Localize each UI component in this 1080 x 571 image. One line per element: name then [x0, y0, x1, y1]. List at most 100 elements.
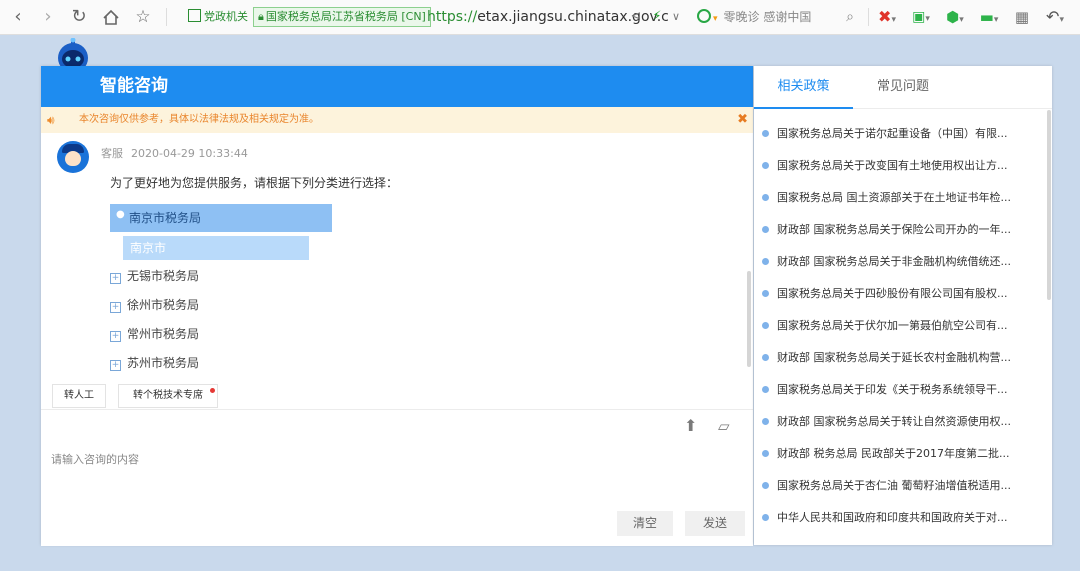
back-icon[interactable]: ‹	[8, 0, 28, 34]
grid-icon[interactable]: ▦	[1012, 0, 1032, 34]
policy-item[interactable]: 财政部 税务总局 民政部关于2017年度第二批...	[754, 438, 1044, 470]
forward-icon[interactable]: ›	[38, 0, 58, 34]
bullet-icon	[762, 514, 769, 521]
message-area[interactable]: 客服 2020-04-29 10:33:44 为了更好地为您提供服务，请根据下列分…	[41, 133, 753, 409]
bullet-icon	[762, 258, 769, 265]
bullet-icon	[762, 322, 769, 329]
agent-avatar	[57, 141, 89, 173]
policy-title: 财政部 国家税务总局关于延长农村金融机构营...	[777, 351, 1011, 364]
policy-title: 国家税务总局关于伏尔加一第聂伯航空公司有...	[777, 319, 1008, 332]
gov-badge-icon	[188, 9, 201, 22]
policy-item[interactable]: 国家税务总局关于杏仁油 葡萄籽油增值税适用...	[754, 470, 1044, 502]
message-input[interactable]: 请输入咨询的内容	[51, 451, 139, 467]
search-hint: 零晚诊 感谢中国	[723, 10, 812, 24]
policy-title: 中华人民共和国政府和印度共和国政府关于对...	[777, 511, 1008, 524]
policy-title: 国家税务总局关于改变国有土地使用权出让方...	[777, 159, 1008, 172]
policy-item[interactable]: 财政部 国家税务总局关于转让自然资源使用权...	[754, 406, 1044, 438]
side-scrollbar[interactable]	[1047, 110, 1051, 300]
policy-item[interactable]: 国家税务总局关于四砂股份有限公司国有股权...	[754, 278, 1044, 310]
option-suzhou-bureau[interactable]: + 苏州市税务局	[110, 353, 199, 373]
notice-bar: 🔊︎ 本次咨询仅供参考，具体以法律法规及相关规定为准。 ✖	[41, 107, 753, 133]
search-icon[interactable]: ⌕	[842, 0, 858, 34]
bolt-icon[interactable]: ⚡︎	[650, 0, 664, 34]
policy-item[interactable]: 国家税务总局关于印发《关于税务系统领导干...	[754, 374, 1044, 406]
option-nanjing-city[interactable]: 南京市	[123, 236, 309, 260]
bullet-icon	[762, 354, 769, 361]
policy-item[interactable]: 中华人民共和国政府和印度共和国政府关于对...	[754, 502, 1044, 534]
site-cert-badge[interactable]: 🔒︎ 国家税务总局江苏省税务局 [CN]	[253, 7, 431, 27]
game-icon[interactable]: ▬▾	[978, 0, 1000, 34]
option-label: 南京市	[130, 241, 167, 255]
policy-item[interactable]: 财政部 国家税务总局关于保险公司开办的一年...	[754, 214, 1044, 246]
option-label: 常州市税务局	[127, 327, 200, 341]
clear-button[interactable]: 清空	[617, 511, 673, 536]
star-icon[interactable]: ☆	[132, 0, 154, 34]
toolbar-divider	[166, 8, 167, 26]
search-engine-logo-tail: ▾	[713, 14, 718, 24]
option-label: 南京市税务局	[129, 211, 202, 225]
expand-plus-icon: +	[110, 273, 121, 284]
eraser-icon[interactable]: ▱	[718, 417, 730, 435]
policy-item[interactable]: 财政部 国家税务总局关于非金融机构统借统还...	[754, 246, 1044, 278]
send-button[interactable]: 发送	[685, 511, 745, 536]
shield-icon[interactable]: ⬢▾	[944, 0, 966, 34]
url-protocol: https://	[427, 9, 478, 25]
bullet-icon	[762, 226, 769, 233]
transfer-tax-expert-button[interactable]: 转个税技术专席	[118, 384, 218, 408]
policy-title: 国家税务总局关于杏仁油 葡萄籽油增值税适用...	[777, 479, 1011, 492]
message-time: 2020-04-29 10:33:44	[131, 147, 248, 160]
bullet-icon	[762, 290, 769, 297]
upload-arrow-icon[interactable]: ⬆︎	[684, 416, 697, 435]
message-scrollbar[interactable]	[747, 271, 751, 367]
policy-item[interactable]: 国家税务总局 国土资源部关于在土地证书年检...	[754, 182, 1044, 214]
chat-header: 智能咨询	[41, 66, 753, 107]
policy-title: 财政部 国家税务总局关于非金融机构统借统还...	[777, 255, 1011, 268]
input-area: ⬆︎ ▱ 请输入咨询的内容 清空 发送	[41, 409, 753, 546]
policy-item[interactable]: 财政部 国家税务总局关于延长农村金融机构营...	[754, 342, 1044, 374]
gov-badge[interactable]: 党政机关	[186, 8, 250, 26]
cut-tool-icon[interactable]: ✖▾	[876, 0, 898, 34]
bullet-icon	[762, 418, 769, 425]
chevron-down-icon[interactable]: ∨	[669, 0, 683, 34]
transfer-human-button[interactable]: 转人工	[52, 384, 106, 408]
extension-icon[interactable]: ▣▾	[910, 0, 932, 34]
policy-item[interactable]: 国家税务总局关于改变国有土地使用权出让方...	[754, 150, 1044, 182]
expand-plus-icon: +	[110, 331, 121, 342]
close-icon[interactable]: ✖	[737, 107, 748, 133]
browser-toolbar: ‹ › ↻ ☆ 党政机关 🔒︎ 国家税务总局江苏省税务局 [CN] https:/…	[0, 0, 1080, 35]
message-prompt: 为了更好地为您提供服务，请根据下列分类进行选择：	[110, 176, 399, 190]
option-wuxi-bureau[interactable]: + 无锡市税务局	[110, 266, 199, 286]
search-box[interactable]: ▾ 零晚诊 感谢中国	[697, 0, 811, 34]
message-bubble: 为了更好地为您提供服务，请根据下列分类进行选择： ● 南京市税务局 南京市 + 无…	[101, 165, 407, 409]
transfer-tax-expert-label: 转个税技术专席	[133, 390, 203, 401]
option-nanjing-bureau[interactable]: ● 南京市税务局	[110, 204, 332, 232]
tab-related-policies[interactable]: 相关政策	[754, 66, 853, 109]
lock-icon: 🔒︎	[258, 10, 264, 23]
home-icon[interactable]	[100, 0, 122, 34]
tab-faq[interactable]: 常见问题	[853, 66, 953, 107]
policy-item[interactable]: 国家税务总局关于伏尔加一第聂伯航空公司有...	[754, 310, 1044, 342]
option-label: 无锡市税务局	[127, 269, 200, 283]
option-label: 徐州市税务局	[127, 298, 200, 312]
chat-panel: 智能咨询 🔊︎ 本次咨询仅供参考，具体以法律法规及相关规定为准。 ✖ 客服 202…	[41, 66, 753, 546]
policy-list: 国家税务总局关于诺尔起重设备（中国）有限... 国家税务总局关于改变国有土地使用…	[754, 118, 1044, 538]
bullet-icon	[762, 386, 769, 393]
share-icon[interactable]: <	[628, 0, 644, 34]
gov-badge-label: 党政机关	[204, 10, 248, 23]
bullet-icon	[762, 194, 769, 201]
policy-title: 财政部 国家税务总局关于转让自然资源使用权...	[777, 415, 1011, 428]
message-meta: 客服 2020-04-29 10:33:44	[101, 145, 256, 161]
speaker-icon: 🔊︎	[47, 113, 55, 127]
bullet-icon	[762, 130, 769, 137]
policy-item[interactable]: 国家税务总局关于诺尔起重设备（中国）有限...	[754, 118, 1044, 150]
option-changzhou-bureau[interactable]: + 常州市税务局	[110, 324, 199, 344]
policy-title: 国家税务总局 国土资源部关于在土地证书年检...	[777, 191, 1011, 204]
side-tabs: 相关政策 常见问题	[754, 66, 1052, 109]
reload-icon[interactable]: ↻	[68, 0, 90, 34]
avatar-face	[65, 151, 81, 166]
toolbar-divider-2	[868, 8, 869, 26]
undo-icon[interactable]: ↶▾	[1044, 0, 1066, 34]
expand-plus-icon: +	[110, 360, 121, 371]
option-xuzhou-bureau[interactable]: + 徐州市税务局	[110, 295, 199, 315]
policy-title: 国家税务总局关于四砂股份有限公司国有股权...	[777, 287, 1008, 300]
